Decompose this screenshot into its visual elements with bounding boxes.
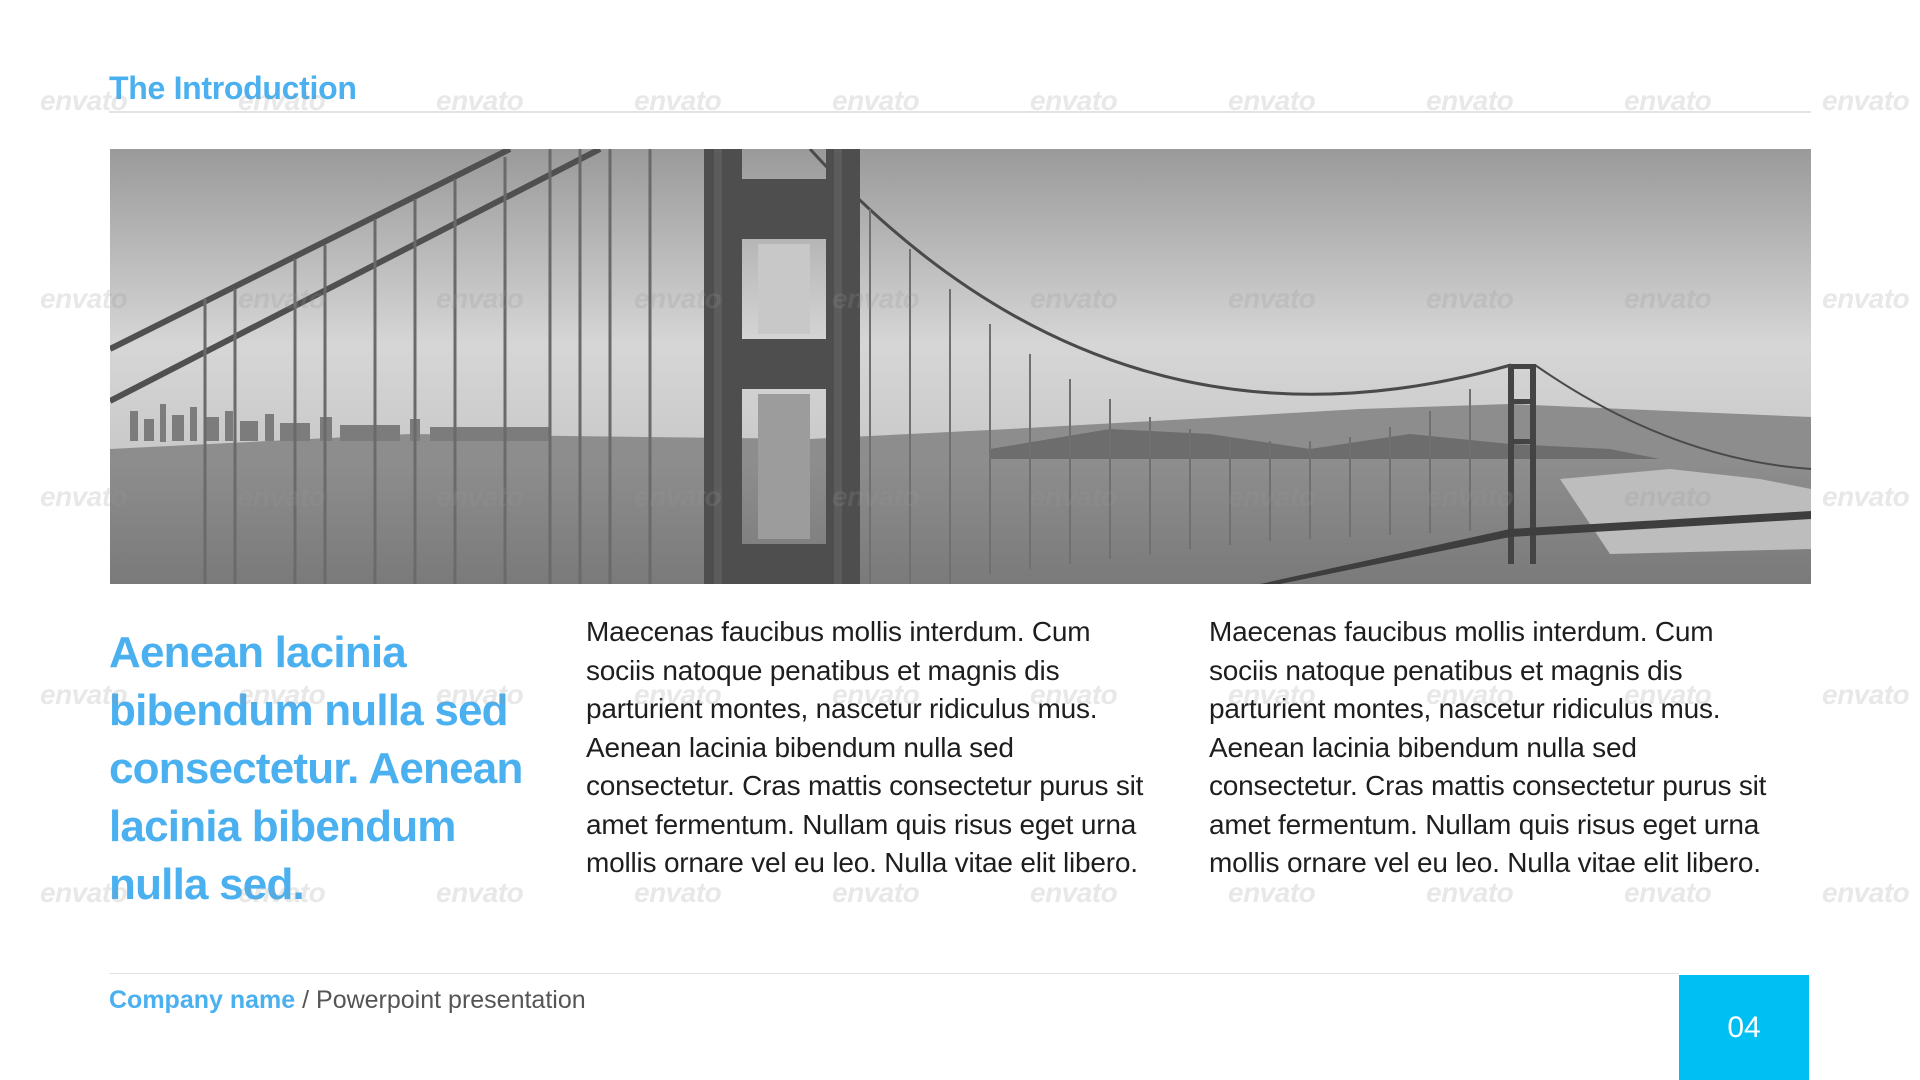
watermark-logo: envato <box>1822 679 1910 710</box>
lead-text: Aenean lacinia bibendum nulla sed consec… <box>109 628 523 909</box>
page-number-badge: 04 <box>1679 975 1809 1080</box>
title-divider <box>109 111 1811 113</box>
watermark-logo: envato <box>1822 283 1910 314</box>
watermark-logo: envato <box>1822 877 1910 908</box>
footer-company-name: Company name <box>109 986 296 1014</box>
footer-subtitle: Powerpoint presentation <box>316 986 586 1014</box>
hero-image-golden-gate-bridge <box>110 149 1811 584</box>
footer-separator: / <box>295 986 317 1014</box>
watermark-logo: envato <box>1822 85 1910 116</box>
body-column-1: Maecenas faucibus mollis interdum. Cum s… <box>586 616 1144 878</box>
body-column-2: Maecenas faucibus mollis interdum. Cum s… <box>1209 616 1767 878</box>
footer: Company name / Powerpoint presentation <box>109 986 586 1015</box>
slide: The Introduction Aenean lacinia bibendum… <box>0 0 1920 1080</box>
slide-title: The Introduction <box>109 70 357 106</box>
footer-divider <box>109 973 1679 974</box>
watermark-logo: envato <box>1822 481 1910 512</box>
page-number: 04 <box>1727 1010 1761 1044</box>
